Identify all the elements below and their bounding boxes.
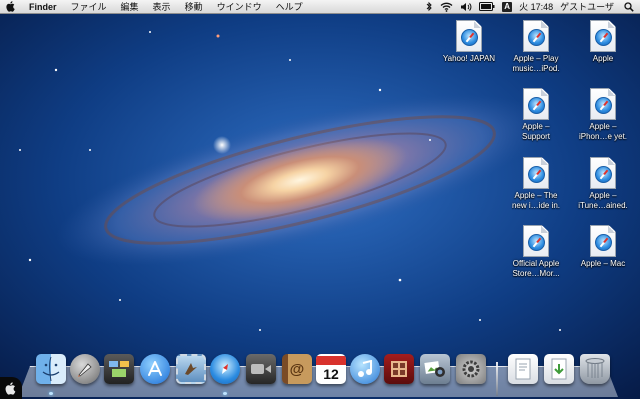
ical-icon[interactable]: 12	[316, 354, 346, 384]
mail-icon[interactable]	[176, 354, 206, 384]
menu-go[interactable]: 移動	[178, 0, 210, 14]
iphoto-icon[interactable]	[420, 354, 450, 384]
facetime-icon[interactable]	[246, 354, 276, 384]
launchpad-icon[interactable]	[70, 354, 100, 384]
app-menu-finder[interactable]: Finder	[22, 0, 64, 14]
menu-help[interactable]: ヘルプ	[269, 0, 310, 14]
menu-file[interactable]: ファイル	[64, 0, 114, 14]
desktop-file-yahoo-japan[interactable]: Yahoo! JAPAN	[437, 20, 501, 64]
desktop-file-label: new i…ide in.	[511, 201, 561, 210]
menubar-clock[interactable]: 火 17:48	[519, 0, 553, 14]
desktop-file-apple-itunes[interactable]: Apple – iTune…ained.	[571, 157, 635, 211]
mission-control-icon[interactable]	[104, 354, 134, 384]
desktop-file-official-apple-store[interactable]: Official Apple Store…Mor...	[504, 225, 568, 279]
input-source-label: A	[502, 1, 513, 12]
running-indicator	[49, 392, 53, 395]
safari-webloc-icon	[523, 20, 549, 52]
wifi-icon[interactable]	[440, 0, 453, 14]
safari-icon[interactable]	[210, 354, 240, 384]
downloads-stack-icon[interactable]	[544, 354, 574, 384]
desktop-file-apple[interactable]: Apple	[571, 20, 635, 64]
desktop-file-apple-play-music[interactable]: Apple – Play music…iPod.	[504, 20, 568, 74]
desktop-file-label: Support	[521, 132, 551, 141]
safari-webloc-icon	[523, 157, 549, 189]
desktop-file-label: Apple – Mac	[580, 259, 626, 268]
menu-window[interactable]: ウインドウ	[210, 0, 269, 14]
finder-icon[interactable]	[36, 354, 66, 384]
desktop-file-label: Store…Mor...	[512, 269, 560, 278]
safari-webloc-icon	[590, 88, 616, 120]
desktop-file-apple-support[interactable]: Apple – Support	[504, 88, 568, 142]
safari-webloc-icon	[523, 225, 549, 257]
menu-edit[interactable]: 編集	[114, 0, 146, 14]
safari-webloc-icon	[590, 20, 616, 52]
input-menu-icon[interactable]: A	[502, 0, 513, 14]
battery-icon[interactable]	[479, 0, 495, 14]
volume-icon[interactable]	[460, 0, 472, 14]
desktop-file-label: iTune…ained.	[578, 201, 628, 210]
apple-logo-icon	[0, 377, 22, 399]
photo-booth-icon[interactable]	[384, 354, 414, 384]
desktop-file-label: Apple –	[589, 122, 617, 131]
documents-stack-icon[interactable]	[508, 354, 538, 384]
itunes-icon[interactable]	[350, 354, 380, 384]
user-menu[interactable]: ゲストユーザ	[560, 0, 614, 14]
desktop-file-label: Apple –	[589, 191, 617, 200]
system-preferences-icon[interactable]	[456, 354, 486, 384]
desktop-file-label: Apple – Play	[513, 54, 559, 63]
desktop-file-label: music…iPod.	[512, 64, 560, 73]
safari-webloc-icon	[456, 20, 482, 52]
running-indicator	[223, 392, 227, 395]
safari-webloc-icon	[523, 88, 549, 120]
calendar-day: 12	[323, 365, 339, 382]
desktop-file-label: Apple	[592, 54, 614, 63]
trash-icon[interactable]	[580, 354, 610, 384]
desktop-file-apple-iphone[interactable]: Apple – iPhon…e yet.	[571, 88, 635, 142]
safari-webloc-icon	[590, 157, 616, 189]
app-store-icon[interactable]	[140, 354, 170, 384]
address-book-icon[interactable]: @	[282, 354, 312, 384]
apple-logo-icon[interactable]	[0, 0, 22, 14]
desktop-file-label: Yahoo! JAPAN	[442, 54, 496, 63]
spotlight-search-icon[interactable]	[624, 0, 634, 14]
desktop-file-label: Apple – The	[514, 191, 558, 200]
menu-view[interactable]: 表示	[146, 0, 178, 14]
desktop-file-apple-the-new-ipad[interactable]: Apple – The new i…ide in.	[504, 157, 568, 211]
desktop-file-label: Official Apple	[512, 259, 560, 268]
desktop-file-apple-mac[interactable]: Apple – Mac	[571, 225, 635, 269]
safari-webloc-icon	[590, 225, 616, 257]
bluetooth-icon[interactable]	[426, 0, 433, 14]
dock-separator	[496, 362, 498, 396]
desktop-file-label: iPhon…e yet.	[578, 132, 628, 141]
menu-bar: Finder ファイル 編集 表示 移動 ウインドウ ヘルプ A 火 17:48…	[0, 0, 640, 14]
desktop-file-label: Apple –	[522, 122, 550, 131]
